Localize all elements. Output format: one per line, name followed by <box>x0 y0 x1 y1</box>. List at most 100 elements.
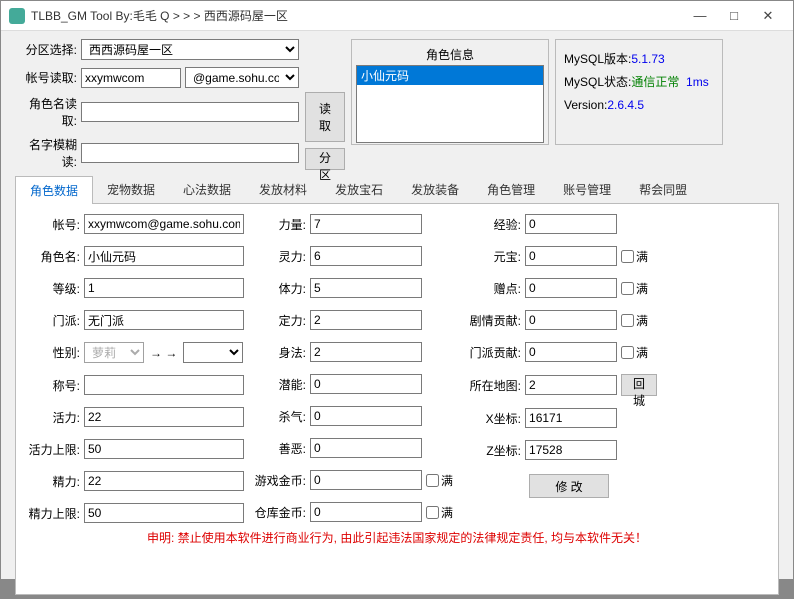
arrow-icon: → → <box>148 346 179 360</box>
agi-label: 身法: <box>250 344 306 361</box>
fuzzy-input[interactable] <box>81 143 299 163</box>
story-full-checkbox[interactable] <box>621 314 634 327</box>
bank-field[interactable] <box>310 502 422 522</box>
mysql-stat: 通信正常 <box>631 75 679 89</box>
energy-label: 活力: <box>24 409 80 426</box>
vigor-label: 精力: <box>24 473 80 490</box>
gold-full-checkbox[interactable] <box>426 474 439 487</box>
tab-charmgmt[interactable]: 角色管理 <box>473 176 549 204</box>
account-input[interactable] <box>81 68 181 88</box>
mysql-ver: 5.1.73 <box>631 52 664 66</box>
con-field[interactable] <box>310 278 422 298</box>
x-field[interactable] <box>525 408 617 428</box>
yuanbao-full-checkbox[interactable] <box>621 250 634 263</box>
gift-field[interactable] <box>525 278 617 298</box>
energymax-label: 活力上限: <box>24 441 80 458</box>
faction-field[interactable] <box>84 310 244 330</box>
tab-chardata[interactable]: 角色数据 <box>15 176 93 204</box>
charinfo-list[interactable]: 小仙元码 <box>356 65 544 143</box>
maximize-button[interactable]: □ <box>717 5 751 27</box>
charinfo-panel: 角色信息 小仙元码 <box>351 39 549 145</box>
exp-field[interactable] <box>525 214 617 234</box>
map-field[interactable] <box>525 375 617 395</box>
domain-select[interactable]: @game.sohu.com <box>185 67 299 88</box>
sex-select: 萝莉 <box>84 342 144 363</box>
pot-field[interactable] <box>310 374 422 394</box>
yuanbao-field[interactable] <box>525 246 617 266</box>
db-panel: MySQL版本:5.1.73 MySQL状态:通信正常 1ms Version:… <box>555 39 723 145</box>
level-field[interactable] <box>84 278 244 298</box>
gift-full-checkbox[interactable] <box>621 282 634 295</box>
gold-field[interactable] <box>310 470 422 490</box>
vigormax-label: 精力上限: <box>24 505 80 522</box>
titlebar: TLBB_GM Tool By:毛毛 Q > > > 西西源码屋一区 — □ ✕ <box>1 1 793 31</box>
kill-label: 杀气: <box>250 408 306 425</box>
exp-label: 经验: <box>459 216 521 233</box>
title-field[interactable] <box>84 375 244 395</box>
sex-label: 性别: <box>24 344 80 361</box>
tab-petdata[interactable]: 宠物数据 <box>93 176 169 204</box>
close-button[interactable]: ✕ <box>751 5 785 27</box>
vigormax-field[interactable] <box>84 503 244 523</box>
vigor-field[interactable] <box>84 471 244 491</box>
back-town-button[interactable]: 回城 <box>621 374 657 396</box>
zone-label: 分区选择: <box>15 41 77 58</box>
story-label: 剧情贡献: <box>459 312 521 329</box>
guild-full-checkbox[interactable] <box>621 346 634 359</box>
yuanbao-label: 元宝: <box>459 248 521 265</box>
wil-label: 定力: <box>250 312 306 329</box>
minimize-button[interactable]: — <box>683 5 717 27</box>
story-field[interactable] <box>525 310 617 330</box>
zone-select[interactable]: 西西源码屋一区 <box>81 39 299 60</box>
bank-label: 仓库金币: <box>250 504 306 521</box>
name-field[interactable] <box>84 246 244 266</box>
title-label: 称号: <box>24 377 80 394</box>
str-field[interactable] <box>310 214 422 234</box>
charinfo-title: 角色信息 <box>356 44 544 65</box>
energy-field[interactable] <box>84 407 244 427</box>
faction-label: 门派: <box>24 312 80 329</box>
str-label: 力量: <box>250 216 306 233</box>
modify-button[interactable]: 修 改 <box>529 474 609 498</box>
level-label: 等级: <box>24 280 80 297</box>
mysql-stat-label: MySQL状态: <box>564 75 631 89</box>
tab-giveequip[interactable]: 发放装备 <box>397 176 473 204</box>
tab-givemat[interactable]: 发放材料 <box>245 176 321 204</box>
name-label: 角色名: <box>24 248 80 265</box>
fuzzy-label: 名字模糊读: <box>15 136 77 170</box>
spi-field[interactable] <box>310 246 422 266</box>
tab-acctmgmt[interactable]: 账号管理 <box>549 176 625 204</box>
kill-field[interactable] <box>310 406 422 426</box>
align-label: 善恶: <box>250 440 306 457</box>
app-icon <box>9 8 25 24</box>
gift-label: 赠点: <box>459 280 521 297</box>
z-field[interactable] <box>525 440 617 460</box>
agi-field[interactable] <box>310 342 422 362</box>
read-button[interactable]: 读取 <box>305 92 345 142</box>
guild-label: 门派贡献: <box>459 344 521 361</box>
guild-field[interactable] <box>525 342 617 362</box>
pot-label: 潜能: <box>250 376 306 393</box>
spi-label: 灵力: <box>250 248 306 265</box>
bank-full-checkbox[interactable] <box>426 506 439 519</box>
account-read-label: 帐号读取: <box>15 69 77 86</box>
energymax-field[interactable] <box>84 439 244 459</box>
charname-input[interactable] <box>81 102 299 122</box>
z-label: Z坐标: <box>459 442 521 459</box>
wil-field[interactable] <box>310 310 422 330</box>
tab-skilldata[interactable]: 心法数据 <box>169 176 245 204</box>
mysql-ver-label: MySQL版本: <box>564 52 631 66</box>
tab-guild[interactable]: 帮会同盟 <box>625 176 701 204</box>
disclaimer-text: 申明: 禁止使用本软件进行商业行为, 由此引起违法国家规定的法律规定责任, 均与… <box>24 529 770 546</box>
window-title: TLBB_GM Tool By:毛毛 Q > > > 西西源码屋一区 <box>31 7 683 24</box>
version-value: 2.6.4.5 <box>607 98 644 112</box>
sex-target-select[interactable] <box>183 342 243 363</box>
account-field[interactable] <box>84 214 244 234</box>
tabs: 角色数据 宠物数据 心法数据 发放材料 发放宝石 发放装备 角色管理 账号管理 … <box>15 176 779 204</box>
tab-givegem[interactable]: 发放宝石 <box>321 176 397 204</box>
zone-button[interactable]: 分区 <box>305 148 345 170</box>
align-field[interactable] <box>310 438 422 458</box>
charinfo-item[interactable]: 小仙元码 <box>357 66 543 85</box>
version-label: Version: <box>564 98 607 112</box>
x-label: X坐标: <box>459 410 521 427</box>
